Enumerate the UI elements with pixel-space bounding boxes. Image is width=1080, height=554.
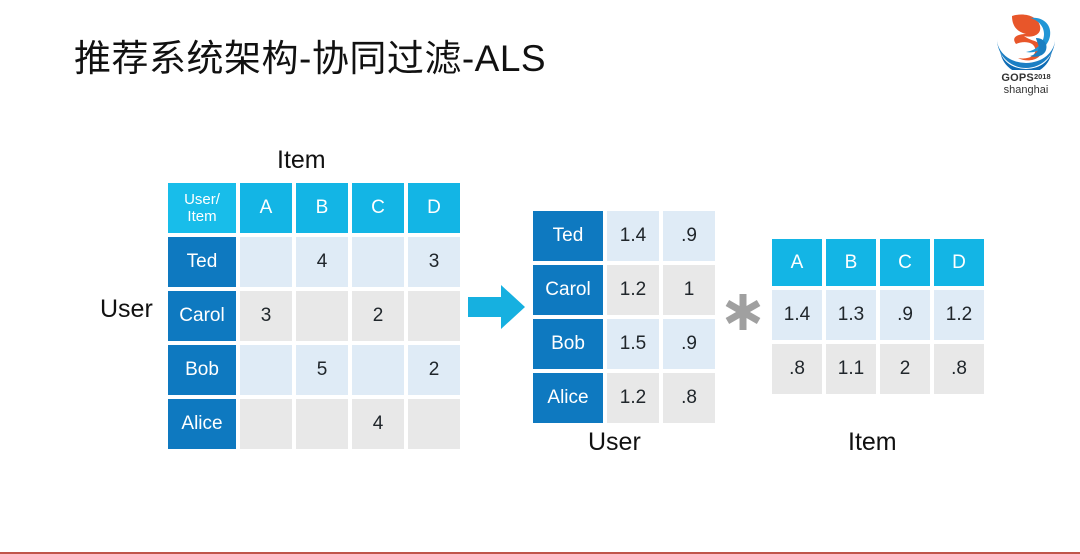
column-header-d: D: [408, 183, 460, 233]
rating-cell: [352, 345, 404, 395]
caption-user-factors: User: [588, 428, 641, 456]
rating-cell: [352, 237, 404, 287]
rating-cell: [408, 291, 460, 341]
row-header-alice: Alice: [168, 399, 236, 449]
factor-cell: .9: [663, 319, 715, 369]
gops-swirl-icon: [994, 8, 1058, 70]
column-header-d: D: [934, 239, 984, 286]
factor-cell: 1: [663, 265, 715, 315]
factor-cell: .8: [772, 344, 822, 394]
rating-cell: 2: [352, 291, 404, 341]
rating-cell: [240, 399, 292, 449]
row-header-bob: Bob: [533, 319, 603, 369]
asterisk-multiply-icon: [725, 294, 761, 330]
row-header-ted: Ted: [533, 211, 603, 261]
gops-logo: GOPS2018 shanghai: [990, 8, 1062, 102]
page-title: 推荐系统架构-协同过滤-ALS: [74, 38, 547, 79]
factor-cell: .8: [663, 373, 715, 423]
logo-brand-name: GOPS: [1001, 72, 1034, 84]
factor-cell: 1.4: [772, 290, 822, 340]
row-header-carol: Carol: [168, 291, 236, 341]
column-header-a: A: [240, 183, 292, 233]
right-arrow-icon: [468, 285, 525, 329]
column-header-c: C: [880, 239, 930, 286]
rating-cell: [408, 399, 460, 449]
row-header-carol: Carol: [533, 265, 603, 315]
rating-cell: 3: [240, 291, 292, 341]
factor-cell: 2: [880, 344, 930, 394]
rating-cell: [240, 345, 292, 395]
factor-cell: 1.2: [607, 373, 659, 423]
column-header-b: B: [826, 239, 876, 286]
matrix-corner-header: User/ Item: [168, 183, 236, 233]
factor-cell: .9: [663, 211, 715, 261]
corner-label-line2: Item: [187, 208, 217, 225]
factor-cell: .8: [934, 344, 984, 394]
column-header-b: B: [296, 183, 348, 233]
rating-cell: [296, 399, 348, 449]
factor-cell: 1.5: [607, 319, 659, 369]
factor-cell: 1.3: [826, 290, 876, 340]
logo-brand-text: GOPS2018: [990, 71, 1062, 84]
factor-cell: 1.1: [826, 344, 876, 394]
rating-cell: 3: [408, 237, 460, 287]
rating-cell: [296, 291, 348, 341]
rating-cell: 2: [408, 345, 460, 395]
column-header-c: C: [352, 183, 404, 233]
rating-cell: [240, 237, 292, 287]
logo-city: shanghai: [1003, 84, 1049, 96]
rating-cell: 5: [296, 345, 348, 395]
caption-item-factors: Item: [848, 428, 897, 456]
logo-year: 2018: [1033, 72, 1051, 81]
ratings-matrix: User/ Item A B C D Ted 4 3 Carol 3 2 Bob…: [168, 183, 460, 449]
factor-cell: 1.4: [607, 211, 659, 261]
factor-cell: 1.2: [607, 265, 659, 315]
rating-cell: 4: [352, 399, 404, 449]
row-header-alice: Alice: [533, 373, 603, 423]
axis-label-user-rows: User: [100, 295, 153, 323]
column-header-a: A: [772, 239, 822, 286]
item-factor-matrix: A B C D 1.4 1.3 .9 1.2 .8 1.1 2 .8: [772, 239, 984, 394]
row-header-ted: Ted: [168, 237, 236, 287]
factor-cell: 1.2: [934, 290, 984, 340]
rating-cell: 4: [296, 237, 348, 287]
user-factor-matrix: Ted 1.4 .9 Carol 1.2 1 Bob 1.5 .9 Alice …: [533, 211, 715, 423]
axis-label-item-columns: Item: [277, 146, 326, 174]
factor-cell: .9: [880, 290, 930, 340]
row-header-bob: Bob: [168, 345, 236, 395]
corner-label-line1: User/: [184, 191, 220, 208]
